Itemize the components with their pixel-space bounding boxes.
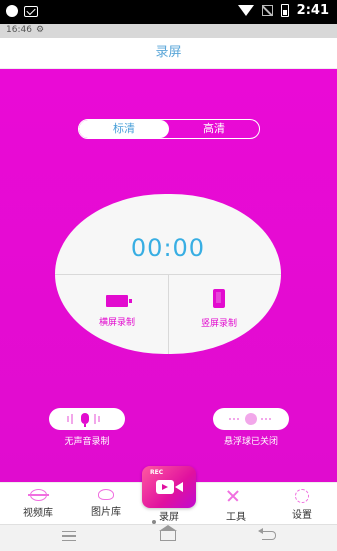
nav-record-label: 录屏 xyxy=(159,512,179,523)
nav-video-library-label: 视频库 xyxy=(23,508,53,519)
notification-dot-icon xyxy=(6,5,18,17)
wave-left-icon xyxy=(67,416,69,422)
nav-tools-label: 工具 xyxy=(226,512,246,523)
picture-library-icon xyxy=(98,489,114,500)
landscape-icon xyxy=(106,295,132,307)
dots-right-icon xyxy=(261,418,271,422)
record-timer: 00:00 xyxy=(130,234,206,262)
record-button[interactable]: REC xyxy=(142,466,196,508)
page-title: 录屏 xyxy=(0,38,337,69)
quality-option-standard[interactable]: 标清 xyxy=(79,120,169,138)
floating-ball-label: 悬浮球已关闭 xyxy=(223,437,278,447)
camera-lens-icon xyxy=(175,482,183,492)
inner-status-bar: 16:46 ⚙ xyxy=(0,24,337,38)
no-signal-icon xyxy=(261,5,273,16)
battery-icon xyxy=(280,4,289,17)
nav-settings-label: 设置 xyxy=(292,510,312,521)
record-screen-main: 标清 高清 00:00 横屏录制 竖屏录制 无声音录制 悬浮球已关闭 xyxy=(0,69,337,482)
menu-icon[interactable] xyxy=(62,531,76,541)
wave-left-icon-2 xyxy=(71,414,73,424)
nav-video-library[interactable]: 视频库 xyxy=(10,483,66,525)
nav-tools[interactable]: 工具 xyxy=(208,483,264,525)
inner-time: 16:46 xyxy=(6,25,32,35)
portrait-record-label: 竖屏录制 xyxy=(200,319,237,329)
wifi-icon xyxy=(237,5,254,16)
portrait-record-button[interactable]: 竖屏录制 xyxy=(169,289,269,329)
dots-left-icon xyxy=(229,418,239,422)
back-icon[interactable] xyxy=(258,528,276,540)
device-time: 2:41 xyxy=(296,3,329,18)
gear-icon xyxy=(295,489,309,503)
record-panel: 00:00 横屏录制 竖屏录制 xyxy=(55,194,281,354)
quality-option-hd[interactable]: 高清 xyxy=(169,120,259,138)
device-status-bar: 2:41 xyxy=(0,0,337,24)
mute-record-toggle[interactable] xyxy=(49,408,125,430)
landscape-record-button[interactable]: 横屏录制 xyxy=(67,289,167,328)
quality-toggle[interactable]: 标清 高清 xyxy=(78,119,260,139)
settings-small-icon: ⚙ xyxy=(35,25,45,35)
nav-settings[interactable]: 设置 xyxy=(274,483,330,525)
nav-picture-library[interactable]: 图片库 xyxy=(78,483,134,525)
wave-right-icon xyxy=(98,416,100,422)
microphone-icon xyxy=(81,413,93,427)
floating-ball-toggle[interactable] xyxy=(213,408,289,430)
floating-ball-icon xyxy=(245,413,257,425)
system-nav-bar xyxy=(0,524,337,551)
home-icon[interactable] xyxy=(159,525,177,541)
mail-icon xyxy=(24,5,38,17)
portrait-icon xyxy=(213,289,225,308)
nav-picture-library-label: 图片库 xyxy=(91,507,121,518)
video-library-icon xyxy=(27,489,49,501)
scissors-icon xyxy=(226,489,246,505)
wave-right-icon-2 xyxy=(94,414,96,424)
rec-camera-icon xyxy=(156,480,174,494)
rec-badge: REC xyxy=(150,469,164,476)
landscape-record-label: 横屏录制 xyxy=(98,318,135,328)
mute-record-label: 无声音录制 xyxy=(64,437,110,447)
